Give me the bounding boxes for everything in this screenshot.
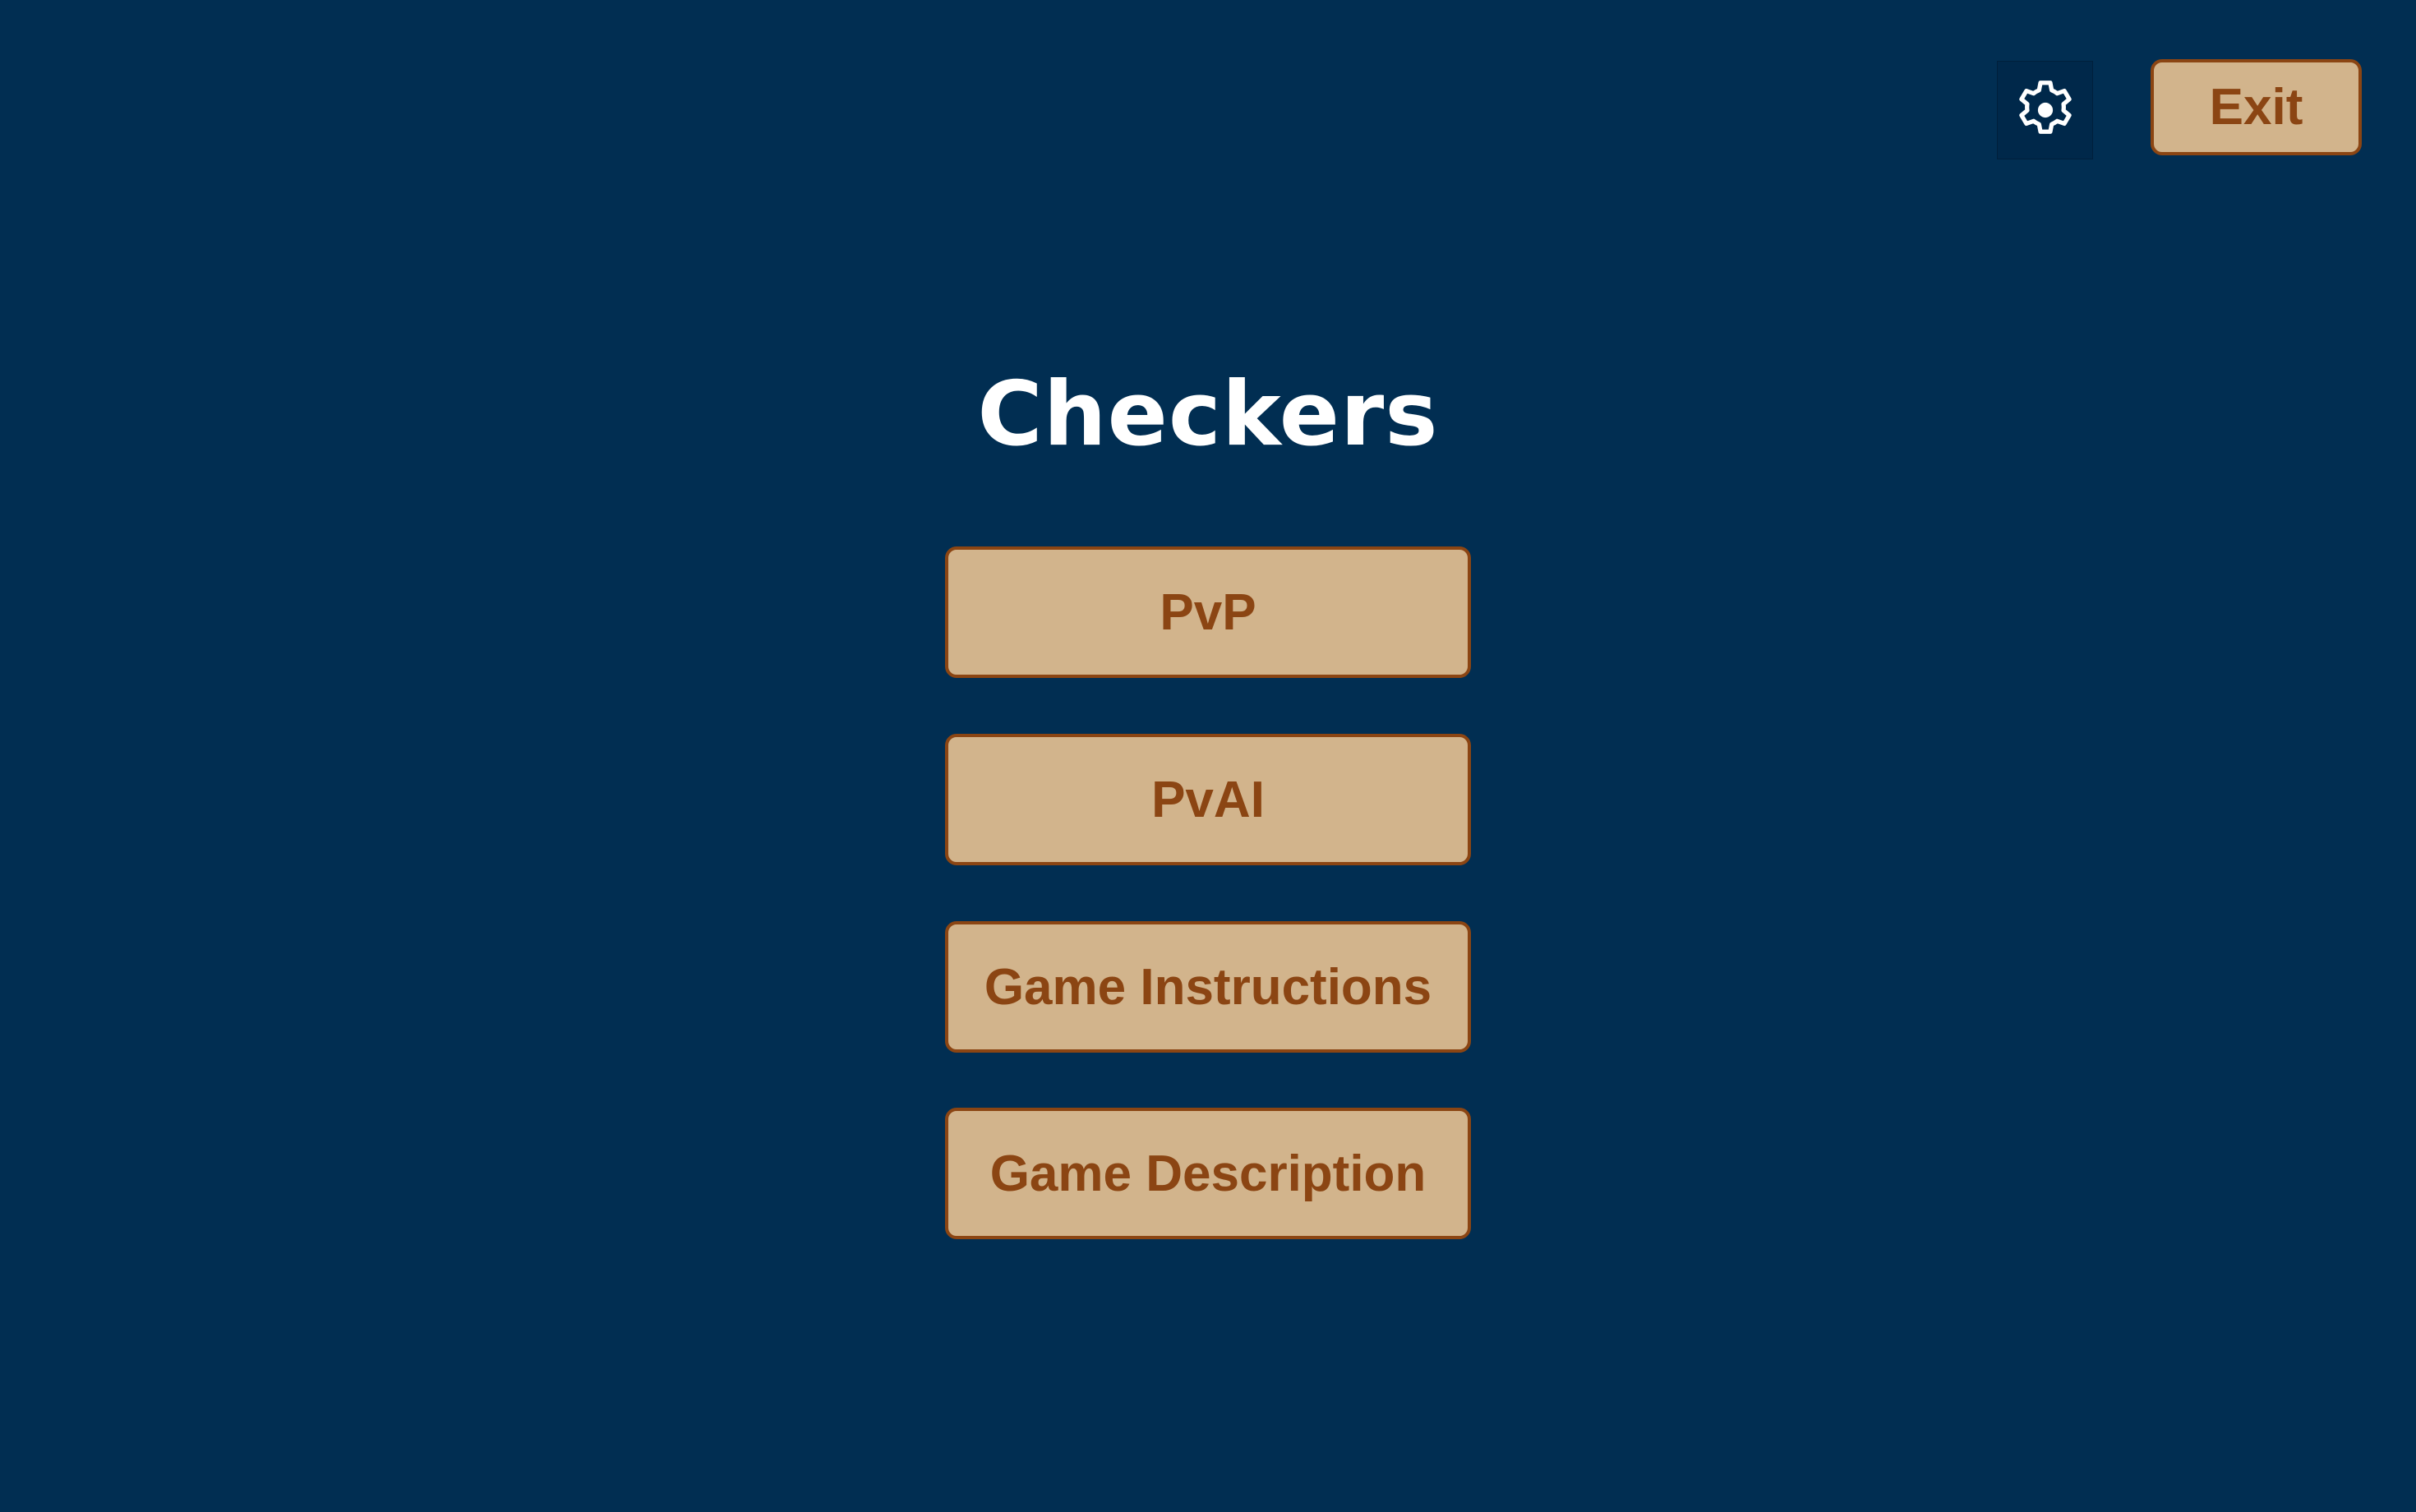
gear-icon bbox=[2018, 81, 2072, 134]
settings-button[interactable] bbox=[1997, 61, 2093, 159]
page-title: Checkers bbox=[977, 363, 1439, 466]
game-description-button[interactable]: Game Description bbox=[945, 1108, 1471, 1239]
exit-button[interactable]: Exit bbox=[2151, 59, 2362, 155]
pvai-button[interactable]: PvAI bbox=[945, 734, 1471, 865]
game-instructions-button[interactable]: Game Instructions bbox=[945, 921, 1471, 1053]
pvp-button[interactable]: PvP bbox=[945, 546, 1471, 678]
main-menu-screen: Exit Checkers PvP PvAI Game Instructions… bbox=[0, 0, 2416, 1512]
